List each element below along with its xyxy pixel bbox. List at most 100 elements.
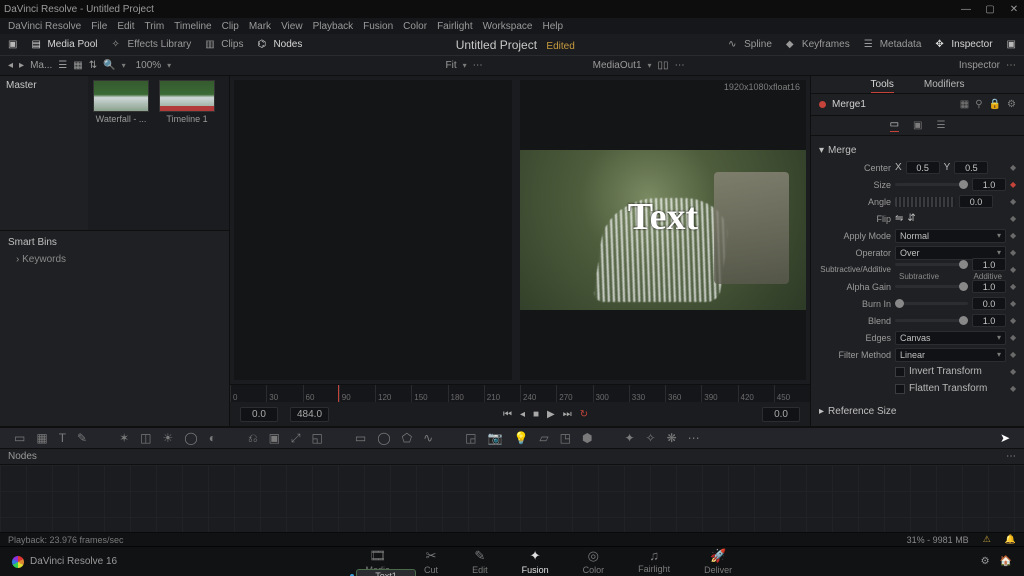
- time-ruler[interactable]: 0 30 60 90 120 150 180 210 240 270 300 3…: [230, 384, 810, 402]
- menu-file[interactable]: File: [91, 21, 107, 32]
- tool-paint-icon[interactable]: ✎: [77, 431, 87, 445]
- keyframe-icon[interactable]: ◆: [1010, 367, 1016, 376]
- zoom-value[interactable]: 100%: [136, 60, 162, 71]
- menu-help[interactable]: Help: [542, 21, 563, 32]
- grid-view-icon[interactable]: ▦: [73, 60, 82, 71]
- project-settings-icon[interactable]: ⚙: [981, 556, 990, 567]
- inspector-tab-modifiers[interactable]: Modifiers: [924, 77, 965, 92]
- invert-checkbox[interactable]: [895, 367, 905, 377]
- close-button[interactable]: ✕: [1008, 4, 1020, 15]
- warning-icon[interactable]: ⚠: [983, 534, 991, 545]
- tool-more-icon[interactable]: ⋯: [688, 431, 700, 445]
- edges-dropdown[interactable]: Canvas: [895, 331, 1006, 345]
- menu-clip[interactable]: Clip: [222, 21, 239, 32]
- viewer-split-icon[interactable]: ▯▯: [658, 60, 669, 71]
- go-start-button[interactable]: ⏮: [503, 409, 512, 420]
- search-icon[interactable]: 🔍: [103, 60, 115, 71]
- tool-polygon-icon[interactable]: ⬠: [402, 431, 412, 445]
- node-text[interactable]: Text1: [356, 569, 416, 576]
- settings-icon[interactable]: ⚙: [1007, 99, 1016, 110]
- section-merge[interactable]: ▾ Merge: [819, 142, 1016, 159]
- apply-mode-dropdown[interactable]: Normal: [895, 229, 1006, 243]
- loop-button[interactable]: ↻: [580, 409, 588, 420]
- tab-settings-icon[interactable]: ▣: [913, 120, 922, 131]
- tool-transform-icon[interactable]: ▣: [269, 431, 280, 445]
- filter-dropdown[interactable]: Linear: [895, 348, 1006, 362]
- pin-icon[interactable]: ⚲: [975, 99, 982, 110]
- tool-merge-icon[interactable]: ⎌: [248, 431, 258, 446]
- size-slider[interactable]: [895, 183, 968, 186]
- keyframe-icon[interactable]: ◆: [1010, 248, 1016, 257]
- tool-text-icon[interactable]: T: [59, 431, 66, 445]
- page-deliver[interactable]: 🚀Deliver: [704, 548, 732, 575]
- clip-thumbnail[interactable]: Waterfall - ...: [92, 80, 150, 124]
- keyframe-icon[interactable]: ◆: [1010, 384, 1016, 393]
- smart-bin-keywords[interactable]: › Keywords: [8, 254, 221, 265]
- menu-fairlight[interactable]: Fairlight: [437, 21, 473, 32]
- panel-toggle-right-icon[interactable]: ▣: [1007, 39, 1016, 50]
- tool-camera-icon[interactable]: 📷: [487, 431, 502, 445]
- filter-dropdown[interactable]: [122, 60, 126, 71]
- viewer-right[interactable]: 1920x1080xfloat16 Text: [520, 80, 806, 380]
- play-button[interactable]: ▶: [547, 409, 555, 420]
- tool-fastnoise-icon[interactable]: ▦: [36, 431, 47, 445]
- lock-icon[interactable]: 🔒: [989, 99, 1001, 110]
- tool-prender-icon[interactable]: ❋: [667, 431, 677, 445]
- go-end-button[interactable]: ⏭: [563, 409, 572, 420]
- menu-davinci[interactable]: DaVinci Resolve: [8, 21, 81, 32]
- tab-spline[interactable]: ∿Spline: [728, 39, 772, 51]
- subadd-field[interactable]: 1.0: [972, 258, 1006, 271]
- viewer-output-name[interactable]: MediaOut1: [593, 60, 642, 71]
- blend-field[interactable]: 1.0: [972, 314, 1006, 327]
- maximize-button[interactable]: ▢: [984, 4, 996, 15]
- tool-corner-icon[interactable]: ◱: [312, 431, 323, 445]
- tool-pemitter-icon[interactable]: ✧: [646, 431, 656, 445]
- keyframe-icon[interactable]: ◆: [1010, 197, 1016, 206]
- blend-slider[interactable]: [895, 319, 968, 322]
- tool-colorcorrect-icon[interactable]: ◐: [209, 431, 216, 445]
- tool-rectangle-icon[interactable]: ▭: [355, 431, 366, 445]
- bin-master[interactable]: Master: [6, 80, 82, 91]
- viewer-more-icon[interactable]: ⋯: [675, 60, 685, 71]
- timecode[interactable]: 0.0: [762, 407, 800, 422]
- inspector-more-icon[interactable]: ⋯: [1006, 60, 1016, 71]
- keyframe-icon[interactable]: ◆: [1010, 231, 1016, 240]
- alpha-gain-slider[interactable]: [895, 285, 968, 288]
- tab-inspector[interactable]: ✥Inspector: [935, 39, 992, 51]
- tab-media-pool[interactable]: ▤Media Pool: [31, 39, 97, 51]
- menu-timeline[interactable]: Timeline: [174, 21, 211, 32]
- menu-mark[interactable]: Mark: [249, 21, 271, 32]
- tool-background-icon[interactable]: ▭: [14, 431, 25, 445]
- center-y-field[interactable]: 0.5: [954, 161, 988, 174]
- section-reference-size[interactable]: ▸ Reference Size: [819, 403, 1016, 420]
- nodegraph-options-icon[interactable]: ⋯: [1006, 451, 1016, 462]
- sort-icon[interactable]: ⇅: [89, 60, 97, 71]
- page-color[interactable]: ◎Color: [583, 548, 605, 575]
- tool-particles-icon[interactable]: ✦: [624, 431, 634, 445]
- playhead[interactable]: [338, 385, 339, 402]
- breadcrumb-fwd-icon[interactable]: ▸: [19, 60, 24, 71]
- tool-mask-icon[interactable]: ◫: [140, 431, 151, 445]
- menu-workspace[interactable]: Workspace: [483, 21, 533, 32]
- tab-common-icon[interactable]: ☰: [936, 120, 945, 131]
- tab-clips[interactable]: ▥Clips: [205, 39, 243, 51]
- viewer-left[interactable]: [234, 80, 512, 380]
- keyframe-icon[interactable]: ◆: [1010, 214, 1016, 223]
- tool-light-icon[interactable]: 💡: [513, 431, 528, 445]
- step-back-button[interactable]: ◂: [520, 409, 525, 420]
- tool-ellipse-icon[interactable]: ◯: [377, 431, 390, 445]
- page-edit[interactable]: ✎Edit: [472, 548, 488, 575]
- layout-icon[interactable]: ▦: [960, 99, 969, 110]
- tab-metadata[interactable]: ☰Metadata: [864, 39, 922, 51]
- keyframe-icon[interactable]: ◆: [1010, 282, 1016, 291]
- menu-view[interactable]: View: [281, 21, 303, 32]
- media-pool-tree[interactable]: Master: [0, 76, 88, 230]
- alpha-gain-field[interactable]: 1.0: [972, 280, 1006, 293]
- tool-render3d-icon[interactable]: ⬢: [582, 431, 592, 445]
- keyframe-icon[interactable]: ◆: [1010, 316, 1016, 325]
- tool-bspline-icon[interactable]: ∿: [423, 431, 433, 445]
- flip-v-button[interactable]: ⇵: [907, 213, 915, 224]
- minimize-button[interactable]: —: [960, 4, 972, 15]
- page-fairlight[interactable]: ♫Fairlight: [638, 548, 670, 575]
- tool-3d-icon[interactable]: ◲: [465, 431, 476, 445]
